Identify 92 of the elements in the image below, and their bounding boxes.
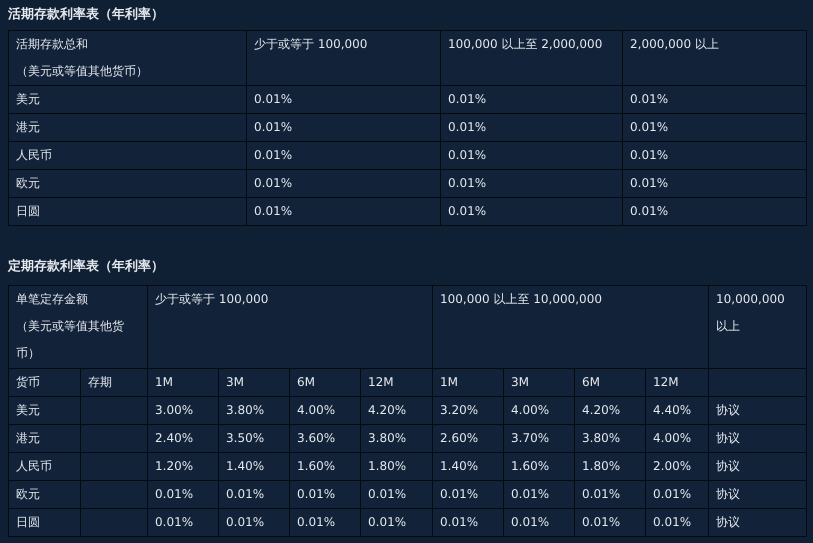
table-cell: 0.01% — [290, 508, 360, 536]
table-cell: 6M — [290, 368, 360, 396]
table-cell: 4.00% — [646, 424, 709, 452]
table-cell: 0.01% — [504, 508, 574, 536]
cell-text: （美元或等值其他货币） — [16, 318, 125, 362]
table-cell: 协议 — [708, 452, 807, 480]
table-cell: 4.20% — [360, 396, 432, 424]
table-cell: 2.60% — [432, 424, 504, 452]
table-cell: 0.01% — [246, 142, 440, 170]
table-cell: 0.01% — [246, 198, 440, 226]
table-cell: 港元 — [8, 114, 246, 142]
table-cell: 协议 — [708, 508, 807, 536]
table-cell: 0.01% — [440, 170, 622, 198]
table-cell: 0.01% — [148, 480, 218, 508]
table-cell: 2,000,000 以上 — [622, 30, 806, 86]
table-cell: 0.01% — [622, 170, 806, 198]
table-cell: 100,000 以上至 10,000,000 — [432, 286, 709, 368]
table-cell: 0.01% — [218, 508, 290, 536]
table-cell: 少于或等于 100,000 — [148, 286, 432, 368]
table-cell: 3M — [218, 368, 290, 396]
table-cell: 3.70% — [504, 424, 574, 452]
table-cell: 日圆 — [8, 198, 246, 226]
table-cell: 少于或等于 100,000 — [246, 30, 440, 86]
table-cell: 3.80% — [574, 424, 646, 452]
section-title: 活期存款利率表（年利率） — [8, 6, 165, 24]
table-cell: 1.60% — [504, 452, 574, 480]
table-cell: 港元 — [8, 424, 80, 452]
table-cell: 1M — [148, 368, 218, 396]
table-cell: 日圆 — [8, 508, 80, 536]
table-cell: 1.80% — [360, 452, 432, 480]
table-cell: 欧元 — [8, 480, 80, 508]
table-cell: 0.01% — [246, 86, 440, 114]
table-cell: 人民币 — [8, 142, 246, 170]
table-cell: 0.01% — [360, 480, 432, 508]
table-cell: 12M — [360, 368, 432, 396]
table-cell: 1.80% — [574, 452, 646, 480]
section-title: 定期存款利率表（年利率） — [8, 258, 165, 276]
table-cell: 4.40% — [646, 396, 709, 424]
table-cell: 1.20% — [148, 452, 218, 480]
table-cell: 0.01% — [246, 114, 440, 142]
cell-text: 活期存款总和 — [16, 36, 89, 53]
table-cell: 存期 — [80, 368, 148, 396]
table-cell: 1.40% — [218, 452, 290, 480]
table-cell: 0.01% — [440, 142, 622, 170]
table-cell: 4.20% — [574, 396, 646, 424]
table-cell: 货币 — [8, 368, 80, 396]
table-cell: 美元 — [8, 86, 246, 114]
table-cell: 协议 — [708, 424, 807, 452]
table-cell: 0.01% — [440, 114, 622, 142]
table-cell: 欧元 — [8, 170, 246, 198]
table-cell: 3M — [504, 368, 574, 396]
table-cell: 0.01% — [622, 114, 806, 142]
table-cell: 2.00% — [646, 452, 709, 480]
table-cell: 1.40% — [432, 452, 504, 480]
table-cell: 12M — [646, 368, 709, 396]
table-cell: 0.01% — [148, 508, 218, 536]
table-cell: 0.01% — [646, 480, 709, 508]
table-cell: 0.01% — [504, 480, 574, 508]
table-cell: 3.20% — [432, 396, 504, 424]
table-cell: 0.01% — [440, 198, 622, 226]
table-cell: 3.80% — [360, 424, 432, 452]
table-cell: 4.00% — [504, 396, 574, 424]
table-cell: 2.40% — [148, 424, 218, 452]
table-cell: 100,000 以上至 2,000,000 — [440, 30, 622, 86]
table-cell: 协议 — [708, 396, 807, 424]
cell-text: 单笔定存金额 — [16, 291, 89, 308]
table-cell: 0.01% — [360, 508, 432, 536]
table-cell: 10,000,000 以上 — [708, 286, 807, 368]
table-cell: 3.50% — [218, 424, 290, 452]
table-cell: 4.00% — [290, 396, 360, 424]
table-cell: 美元 — [8, 396, 80, 424]
table-cell: 0.01% — [646, 508, 709, 536]
table-cell: 0.01% — [440, 86, 622, 114]
table-cell: 0.01% — [574, 508, 646, 536]
table-cell: 1M — [432, 368, 504, 396]
table-cell: 3.80% — [218, 396, 290, 424]
cell-text: （美元或等值其他货币） — [16, 63, 149, 80]
table-cell: 6M — [574, 368, 646, 396]
table-cell: 人民币 — [8, 452, 80, 480]
table-cell: 0.01% — [218, 480, 290, 508]
table-cell: 3.00% — [148, 396, 218, 424]
table-cell: 1.60% — [290, 452, 360, 480]
table-cell: 0.01% — [574, 480, 646, 508]
table-cell: 0.01% — [432, 480, 504, 508]
table-cell: 0.01% — [246, 170, 440, 198]
table-cell: 0.01% — [622, 86, 806, 114]
table-cell: 协议 — [708, 480, 807, 508]
table-cell: 0.01% — [290, 480, 360, 508]
table-cell: 0.01% — [432, 508, 504, 536]
table-cell: 3.60% — [290, 424, 360, 452]
table-cell: 0.01% — [622, 198, 806, 226]
table-cell: 0.01% — [622, 142, 806, 170]
